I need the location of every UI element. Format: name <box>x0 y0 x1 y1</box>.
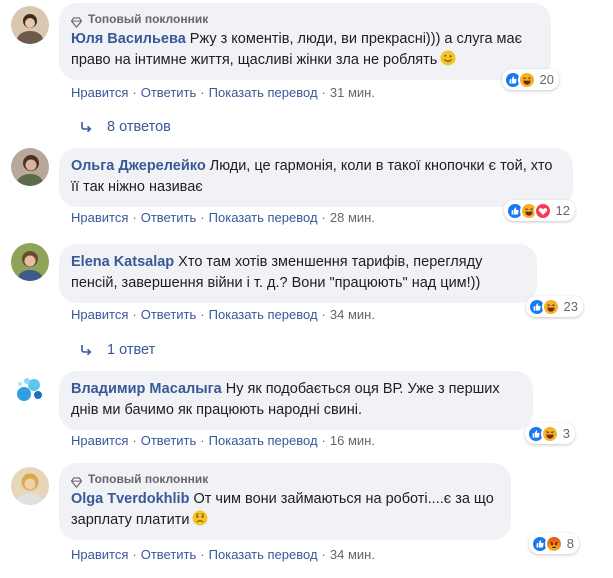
wink-emoji-icon <box>440 50 456 66</box>
reaction-summary[interactable]: 20 <box>501 69 559 90</box>
separator-dot: · <box>132 210 137 225</box>
comment-timestamp[interactable]: 16 мин. <box>330 433 375 448</box>
haha-reaction-icon <box>541 297 560 316</box>
separator-dot: · <box>132 85 137 100</box>
comment-bubble: Топовый поклонник Юля Васильева Ржу з ком… <box>59 3 559 90</box>
like-button[interactable]: Нравится <box>71 85 128 100</box>
separator-dot: · <box>321 547 326 562</box>
comment-author[interactable]: Юля Васильева <box>71 31 186 47</box>
separator-dot: · <box>200 547 205 562</box>
reaction-summary[interactable]: 3 <box>524 423 575 444</box>
top-fan-label: Топовый поклонник <box>88 472 209 486</box>
avatar[interactable] <box>11 148 49 186</box>
translate-button[interactable]: Показать перевод <box>209 433 318 448</box>
reaction-summary[interactable]: 23 <box>525 296 583 317</box>
avatar[interactable] <box>11 370 49 408</box>
avatar[interactable] <box>11 6 49 44</box>
reply-arrow-icon <box>79 343 93 357</box>
comment-author[interactable]: Olga Tverdokhlib <box>71 491 189 507</box>
top-fan-badge: Топовый поклонник <box>70 11 539 29</box>
comment-author[interactable]: Владимир Масалыга <box>71 381 222 397</box>
reaction-count: 23 <box>563 299 578 314</box>
separator-dot: · <box>132 307 137 322</box>
comment-author[interactable]: Elena Katsalap <box>71 254 174 270</box>
comment-timestamp[interactable]: 34 мин. <box>330 307 375 322</box>
worried-emoji-icon <box>192 510 208 526</box>
reaction-count: 20 <box>539 72 554 87</box>
like-button[interactable]: Нравится <box>71 433 128 448</box>
replies-count-label[interactable]: 8 ответов <box>107 119 171 135</box>
avatar[interactable] <box>11 243 49 281</box>
comment-timestamp[interactable]: 28 мин. <box>330 210 375 225</box>
translate-button[interactable]: Показать перевод <box>209 547 318 562</box>
separator-dot: · <box>200 307 205 322</box>
comment-bubble: Топовый поклонник Olga Tverdokhlib От чим… <box>59 463 579 554</box>
like-button[interactable]: Нравится <box>71 307 128 322</box>
reaction-summary[interactable]: 8 <box>528 533 579 554</box>
reply-arrow-icon <box>79 120 93 134</box>
reaction-count: 12 <box>555 203 570 218</box>
love-reaction-icon <box>533 201 552 220</box>
like-button[interactable]: Нравится <box>71 547 128 562</box>
view-replies-link[interactable]: 8 ответов <box>79 119 171 135</box>
comment-bubble: Ольга Джерелейко Люди, це гармонія, коли … <box>59 148 575 221</box>
separator-dot: · <box>321 307 326 322</box>
reply-button[interactable]: Ответить <box>141 433 197 448</box>
reaction-count: 3 <box>562 426 570 441</box>
separator-dot: · <box>321 433 326 448</box>
separator-dot: · <box>132 433 137 448</box>
comment-bubble: Владимир Масалыга Ну як подобається оця В… <box>59 371 575 444</box>
separator-dot: · <box>200 85 205 100</box>
separator-dot: · <box>132 547 137 562</box>
comment-author[interactable]: Ольга Джерелейко <box>71 158 206 174</box>
like-button[interactable]: Нравится <box>71 210 128 225</box>
reply-button[interactable]: Ответить <box>141 307 197 322</box>
diamond-icon <box>70 14 83 29</box>
separator-dot: · <box>321 85 326 100</box>
translate-button[interactable]: Показать перевод <box>209 307 318 322</box>
comment-bubble: Elena Katsalap Хто там хотів зменшення та… <box>59 244 583 317</box>
translate-button[interactable]: Показать перевод <box>209 210 318 225</box>
translate-button[interactable]: Показать перевод <box>209 85 318 100</box>
separator-dot: · <box>200 433 205 448</box>
haha-reaction-icon <box>540 424 559 443</box>
reply-button[interactable]: Ответить <box>141 210 197 225</box>
angry-reaction-icon <box>544 534 563 553</box>
top-fan-label: Топовый поклонник <box>88 12 209 26</box>
reaction-summary[interactable]: 12 <box>503 200 575 221</box>
comment-timestamp[interactable]: 34 мин. <box>330 547 375 562</box>
reply-button[interactable]: Ответить <box>141 85 197 100</box>
separator-dot: · <box>321 210 326 225</box>
diamond-icon <box>70 474 83 489</box>
reaction-count: 8 <box>566 536 574 551</box>
comment-timestamp[interactable]: 31 мин. <box>330 85 375 100</box>
avatar[interactable] <box>11 467 49 505</box>
reply-button[interactable]: Ответить <box>141 547 197 562</box>
separator-dot: · <box>200 210 205 225</box>
view-replies-link[interactable]: 1 ответ <box>79 342 155 358</box>
haha-reaction-icon <box>517 70 536 89</box>
top-fan-badge: Топовый поклонник <box>70 471 499 489</box>
replies-count-label[interactable]: 1 ответ <box>107 342 155 358</box>
